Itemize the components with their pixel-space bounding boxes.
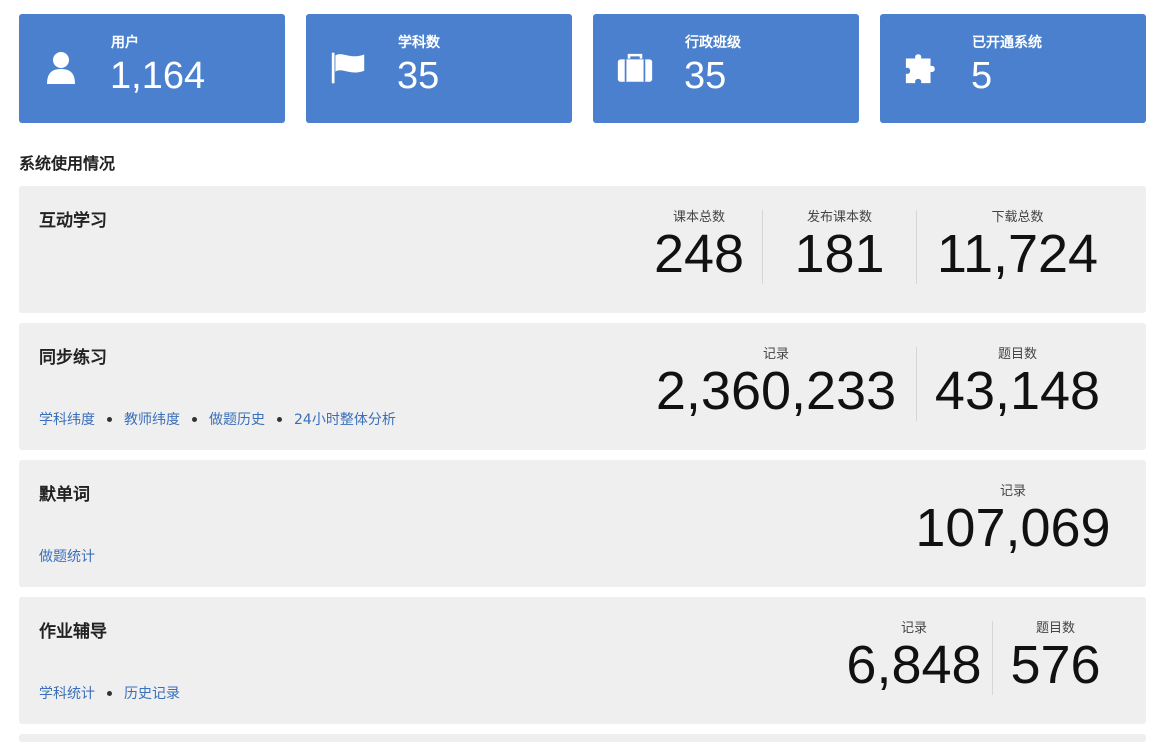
section-title: 系统使用情况 bbox=[19, 154, 116, 173]
metric-records: 记录 6,848 bbox=[836, 621, 992, 695]
metric-question-count: 题目数 576 bbox=[992, 621, 1118, 695]
link-teacher-dimension[interactable]: 教师纬度 bbox=[124, 409, 180, 429]
stat-value: 35 bbox=[684, 55, 727, 97]
metric-value: 11,724 bbox=[936, 224, 1099, 284]
metric-records: 记录 107,069 bbox=[908, 484, 1118, 558]
separator-dot bbox=[107, 690, 112, 696]
metric-value: 2,360,233 bbox=[655, 361, 897, 421]
panel-title: 互动学习 bbox=[39, 211, 107, 231]
flag-icon bbox=[330, 48, 366, 88]
panel-metrics: 课本总数 248 发布课本数 181 下载总数 11,724 bbox=[636, 210, 1118, 284]
stat-value: 5 bbox=[971, 55, 993, 97]
panel-homework-tutoring: 作业辅导 学科统计 历史记录 记录 6,848 题目数 576 bbox=[19, 597, 1146, 724]
metric-value: 107,069 bbox=[915, 498, 1111, 558]
link-practice-history[interactable]: 做题历史 bbox=[209, 409, 265, 429]
metric-textbook-total: 课本总数 248 bbox=[636, 210, 762, 284]
stat-cards: 用户 1,164 学科数 35 行政班级 35 已开通系统 5 bbox=[19, 14, 1146, 123]
panel-links: 学科统计 历史记录 bbox=[39, 683, 180, 703]
panel-title: 同步练习 bbox=[39, 348, 107, 368]
metric-value: 6,848 bbox=[846, 635, 982, 695]
metric-downloads-total: 下载总数 11,724 bbox=[916, 210, 1118, 284]
briefcase-icon bbox=[617, 48, 653, 88]
stat-label: 行政班级 bbox=[685, 35, 741, 51]
panel-metrics: 记录 2,360,233 题目数 43,148 bbox=[636, 347, 1118, 421]
panel-word-dictation: 默单词 做题统计 记录 107,069 bbox=[19, 460, 1146, 587]
panel-links: 学科纬度 教师纬度 做题历史 24小时整体分析 bbox=[39, 409, 396, 429]
user-icon bbox=[43, 48, 79, 88]
link-24h-analysis[interactable]: 24小时整体分析 bbox=[294, 409, 396, 429]
panel-interactive-learning: 互动学习 课本总数 248 发布课本数 181 下载总数 11,724 bbox=[19, 186, 1146, 313]
metric-value: 248 bbox=[653, 224, 745, 284]
stat-card-users[interactable]: 用户 1,164 bbox=[19, 14, 285, 123]
panel-sync-practice: 同步练习 学科纬度 教师纬度 做题历史 24小时整体分析 记录 2,360,23… bbox=[19, 323, 1146, 450]
stat-label: 用户 bbox=[111, 35, 139, 51]
stat-value: 35 bbox=[397, 55, 440, 97]
stat-value: 1,164 bbox=[110, 55, 206, 97]
panel-next-partial bbox=[19, 734, 1146, 742]
link-history[interactable]: 历史记录 bbox=[124, 683, 180, 703]
panel-links: 做题统计 bbox=[39, 546, 95, 566]
panel-title: 默单词 bbox=[39, 485, 90, 505]
stat-card-subjects[interactable]: 学科数 35 bbox=[306, 14, 572, 123]
metric-value: 576 bbox=[1010, 635, 1101, 695]
metric-value: 43,148 bbox=[934, 361, 1101, 421]
panel-metrics: 记录 107,069 bbox=[908, 484, 1118, 558]
stat-label: 学科数 bbox=[398, 35, 440, 51]
link-subject-dimension[interactable]: 学科纬度 bbox=[39, 409, 95, 429]
stat-card-systems[interactable]: 已开通系统 5 bbox=[880, 14, 1146, 123]
metric-question-count: 题目数 43,148 bbox=[916, 347, 1118, 421]
separator-dot bbox=[277, 416, 282, 422]
stat-card-classes[interactable]: 行政班级 35 bbox=[593, 14, 859, 123]
puzzle-icon bbox=[904, 48, 940, 88]
panel-title: 作业辅导 bbox=[39, 622, 107, 642]
link-practice-stats[interactable]: 做题统计 bbox=[39, 546, 95, 566]
link-subject-stats[interactable]: 学科统计 bbox=[39, 683, 95, 703]
separator-dot bbox=[107, 416, 112, 422]
panel-metrics: 记录 6,848 题目数 576 bbox=[836, 621, 1118, 695]
separator-dot bbox=[192, 416, 197, 422]
metric-value: 181 bbox=[794, 224, 885, 284]
metric-published-textbooks: 发布课本数 181 bbox=[762, 210, 916, 284]
stat-label: 已开通系统 bbox=[972, 35, 1042, 51]
metric-records: 记录 2,360,233 bbox=[636, 347, 916, 421]
